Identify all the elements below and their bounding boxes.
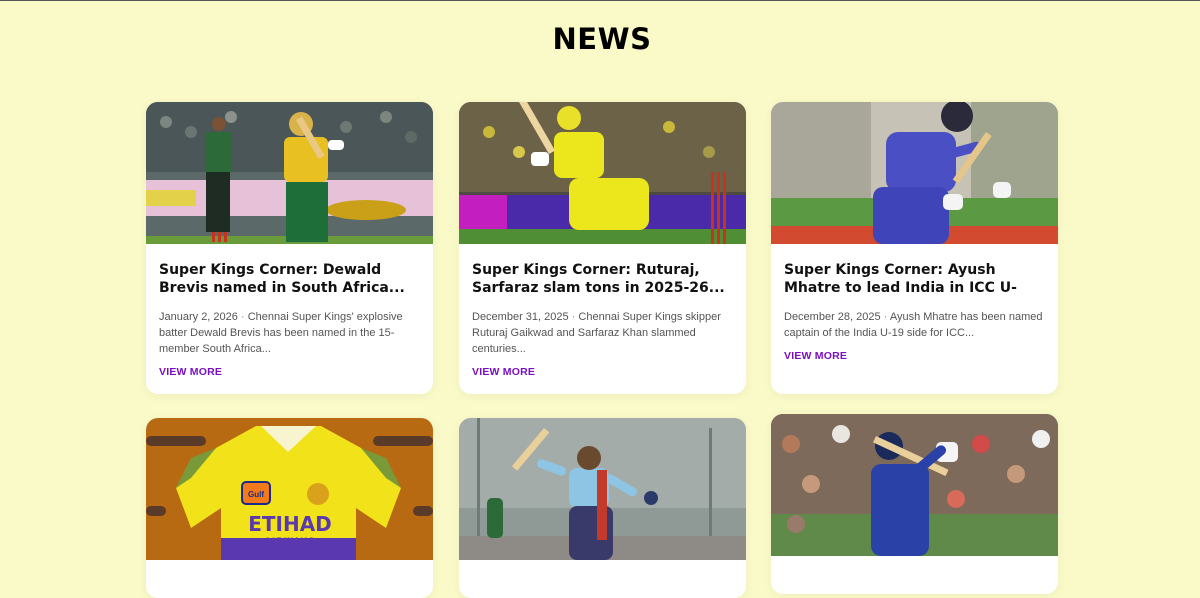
page-title: NEWS (552, 22, 652, 56)
news-card[interactable]: Super Kings Corner: Dewald Brevis named … (146, 102, 433, 394)
news-card[interactable] (459, 418, 746, 598)
meta-separator: · (240, 311, 248, 323)
news-card[interactable]: Gulf ETIHAD AIRWAYS (146, 418, 433, 598)
news-card[interactable]: Super Kings Corner: Ayush Mhatre to lead… (771, 102, 1058, 394)
top-divider (0, 0, 1200, 1)
view-more-link[interactable]: VIEW MORE (784, 350, 847, 362)
news-card-image[interactable] (146, 102, 433, 244)
news-card-image[interactable] (771, 414, 1058, 556)
news-card-date: December 28, 2025 (784, 311, 881, 323)
news-card-summary: December 31, 2025 · Chennai Super Kings … (472, 309, 734, 357)
news-card-title[interactable]: Super Kings Corner: Dewald Brevis named … (159, 261, 421, 297)
news-card-date: December 31, 2025 (472, 311, 569, 323)
news-card-image[interactable] (459, 418, 746, 560)
news-card-summary: January 2, 2026 · Chennai Super Kings' e… (159, 309, 421, 357)
news-card-summary: December 28, 2025 · Ayush Mhatre has bee… (784, 309, 1046, 341)
jersey-sponsor-text: ETIHAD (248, 512, 332, 536)
news-card-image[interactable] (771, 102, 1058, 244)
view-more-link[interactable]: VIEW MORE (159, 366, 222, 378)
news-card-title[interactable]: Super Kings Corner: Ayush Mhatre to lead… (784, 261, 1046, 297)
view-more-link[interactable]: VIEW MORE (472, 366, 535, 378)
news-card[interactable] (771, 414, 1058, 594)
jersey-badge-text: Gulf (248, 490, 264, 499)
news-card-image[interactable] (459, 102, 746, 244)
news-card-date: January 2, 2026 (159, 311, 238, 323)
jersey-sponsor-subtext: AIRWAYS (264, 536, 316, 546)
news-card-title[interactable]: Super Kings Corner: Ruturaj, Sarfaraz sl… (472, 261, 734, 297)
news-card[interactable]: Super Kings Corner: Ruturaj, Sarfaraz sl… (459, 102, 746, 394)
news-card-image[interactable]: Gulf ETIHAD AIRWAYS (146, 418, 433, 560)
